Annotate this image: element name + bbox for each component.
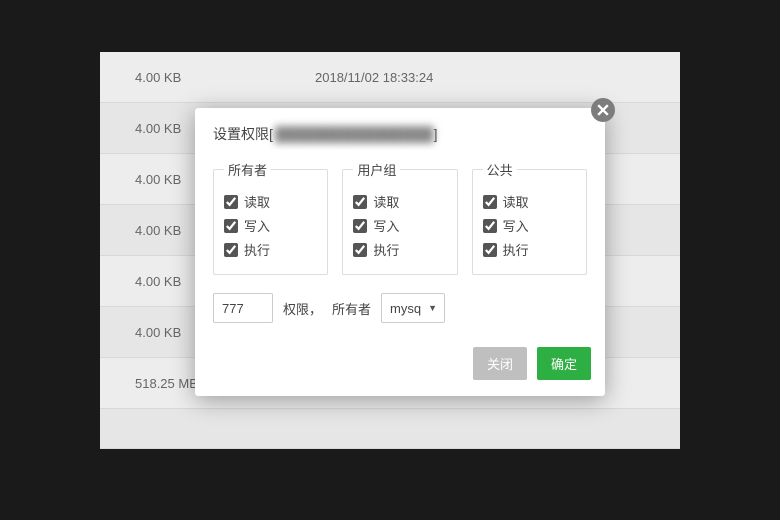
- public-write-row[interactable]: 写入: [483, 216, 576, 235]
- owner-exec-row[interactable]: 执行: [224, 240, 317, 259]
- owner-write-label: 写入: [244, 216, 270, 235]
- title-path: ████████████████: [275, 126, 434, 142]
- group-exec-row[interactable]: 执行: [353, 240, 446, 259]
- owner-label: 所有者: [332, 299, 371, 318]
- permission-numeric-row: 权限， 所有者 mysq: [213, 293, 587, 323]
- public-exec-checkbox[interactable]: [483, 243, 497, 257]
- close-button[interactable]: 关闭: [473, 347, 527, 380]
- group-write-row[interactable]: 写入: [353, 216, 446, 235]
- ok-button[interactable]: 确定: [537, 347, 591, 380]
- public-write-checkbox[interactable]: [483, 219, 497, 233]
- owner-read-row[interactable]: 读取: [224, 192, 317, 211]
- public-write-label: 写入: [503, 216, 529, 235]
- owner-select[interactable]: mysq: [381, 293, 445, 323]
- public-exec-label: 执行: [503, 240, 529, 259]
- public-read-checkbox[interactable]: [483, 195, 497, 209]
- dialog-body: 所有者 读取 写入 执行 用户组: [195, 150, 605, 337]
- owner-select-wrap: mysq: [381, 293, 445, 323]
- group-public: 公共 读取 写入 执行: [472, 160, 587, 275]
- public-exec-row[interactable]: 执行: [483, 240, 576, 259]
- group-owner-label: 所有者: [224, 160, 271, 179]
- group-usergroup-label: 用户组: [353, 160, 400, 179]
- owner-write-row[interactable]: 写入: [224, 216, 317, 235]
- group-exec-label: 执行: [373, 240, 399, 259]
- owner-read-checkbox[interactable]: [224, 195, 238, 209]
- dialog-footer: 关闭 确定: [195, 337, 605, 396]
- permission-input[interactable]: [213, 293, 273, 323]
- permissions-dialog: 设置权限[████████████████] 所有者 读取 写入 执: [195, 108, 605, 396]
- owner-read-label: 读取: [244, 192, 270, 211]
- owner-exec-checkbox[interactable]: [224, 243, 238, 257]
- group-owner: 所有者 读取 写入 执行: [213, 160, 328, 275]
- group-read-row[interactable]: 读取: [353, 192, 446, 211]
- cell-date: 2018/11/02 18:33:24: [315, 70, 433, 85]
- owner-write-checkbox[interactable]: [224, 219, 238, 233]
- group-read-label: 读取: [373, 192, 399, 211]
- group-usergroup: 用户组 读取 写入 执行: [342, 160, 457, 275]
- permission-groups: 所有者 读取 写入 执行 用户组: [213, 160, 587, 275]
- table-row-empty: [100, 409, 680, 449]
- title-suffix: ]: [434, 126, 438, 142]
- close-icon[interactable]: [591, 98, 615, 122]
- table-row: 4.00 KB 2018/11/02 18:33:24: [100, 52, 680, 103]
- public-read-label: 读取: [503, 192, 529, 211]
- group-exec-checkbox[interactable]: [353, 243, 367, 257]
- owner-exec-label: 执行: [244, 240, 270, 259]
- title-prefix: 设置权限[: [213, 126, 273, 142]
- group-write-checkbox[interactable]: [353, 219, 367, 233]
- group-public-label: 公共: [483, 160, 517, 179]
- permission-label: 权限，: [283, 299, 322, 318]
- group-read-checkbox[interactable]: [353, 195, 367, 209]
- group-write-label: 写入: [373, 216, 399, 235]
- cell-size: 4.00 KB: [100, 70, 315, 85]
- dialog-title: 设置权限[████████████████]: [195, 108, 605, 150]
- public-read-row[interactable]: 读取: [483, 192, 576, 211]
